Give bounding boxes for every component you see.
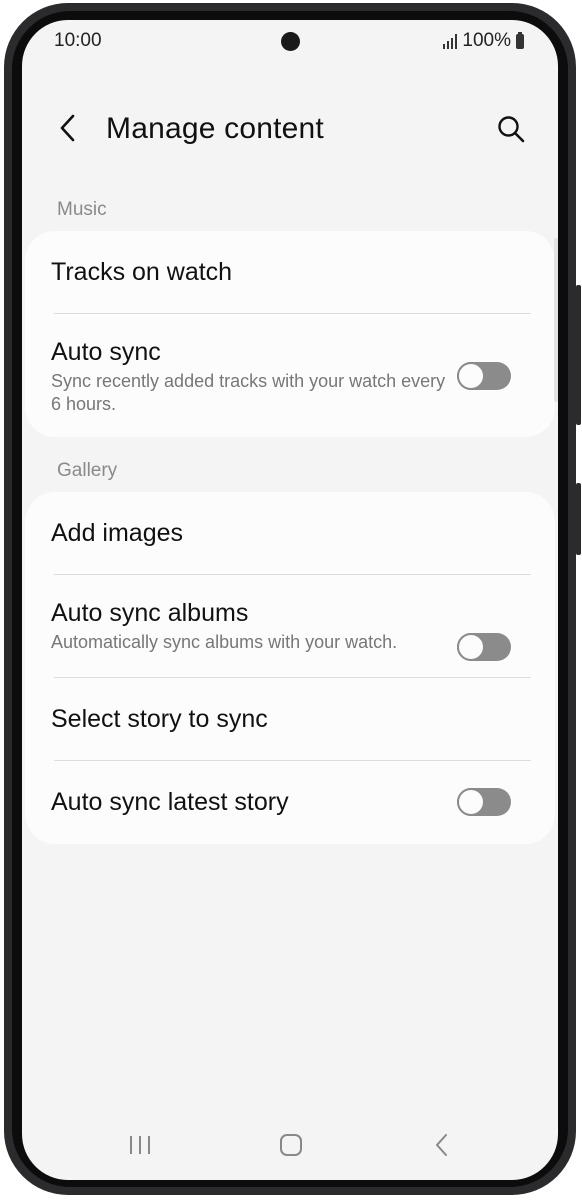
home-button[interactable] <box>266 1120 316 1170</box>
back-button[interactable] <box>52 112 84 144</box>
list-item-title: Auto sync <box>51 338 161 366</box>
recents-icon <box>130 1136 150 1154</box>
list-item-subtitle: Sync recently added tracks with your wat… <box>51 371 446 414</box>
front-camera <box>281 32 300 51</box>
top-app-bar: Manage content <box>22 100 558 160</box>
divider <box>54 313 531 314</box>
divider <box>54 677 531 678</box>
recents-button[interactable] <box>115 1120 165 1170</box>
power-button <box>576 483 581 555</box>
search-icon <box>498 116 525 143</box>
list-item-title: Select story to sync <box>51 705 268 733</box>
list-item-title: Add images <box>51 519 184 547</box>
list-item-auto-sync[interactable]: Auto sync Sync recently added tracks wit… <box>51 338 451 416</box>
list-item-title: Auto sync albums <box>51 599 249 627</box>
list-item-title: Auto sync latest story <box>51 788 289 816</box>
divider <box>54 760 531 761</box>
status-time: 10:00 <box>54 30 102 51</box>
auto-sync-albums-toggle[interactable] <box>457 633 511 661</box>
list-item-tracks-on-watch[interactable]: Tracks on watch <box>51 258 529 287</box>
list-item-subtitle: Automatically sync albums with your watc… <box>51 632 398 652</box>
toggle-thumb <box>457 633 485 661</box>
home-icon <box>280 1134 302 1156</box>
divider <box>54 574 531 575</box>
auto-sync-toggle[interactable] <box>457 362 511 390</box>
status-bar: 10:00 100% <box>22 20 558 64</box>
toggle-thumb <box>457 362 485 390</box>
volume-button <box>576 285 581 425</box>
battery-percentage: 100% <box>462 30 511 51</box>
section-label-music: Music <box>57 199 107 220</box>
list-item-auto-sync-albums[interactable]: Auto sync albums Automatically sync albu… <box>51 599 451 654</box>
nav-back-button[interactable] <box>417 1120 467 1170</box>
page-title: Manage content <box>106 112 324 145</box>
signal-icon <box>443 33 458 49</box>
scrollbar[interactable] <box>554 238 558 402</box>
search-button[interactable] <box>494 112 528 146</box>
back-icon <box>436 1134 447 1156</box>
status-indicators: 100% <box>443 30 524 52</box>
music-card: Tracks on watch Auto sync Sync recently … <box>25 231 555 437</box>
auto-sync-latest-story-toggle[interactable] <box>457 788 511 816</box>
gallery-card: Add images Auto sync albums Automaticall… <box>25 492 555 844</box>
back-arrow-icon <box>60 114 75 142</box>
section-label-gallery: Gallery <box>57 460 118 481</box>
list-item-select-story[interactable]: Select story to sync <box>51 705 529 734</box>
screen: 10:00 100% Manage content Music Tracks o… <box>22 20 558 1180</box>
list-item-add-images[interactable]: Add images <box>51 519 529 548</box>
toggle-thumb <box>457 788 485 816</box>
list-item-auto-sync-latest-story[interactable]: Auto sync latest story <box>51 788 451 817</box>
battery-icon <box>516 31 524 49</box>
navigation-bar <box>22 1110 558 1180</box>
list-item-title: Tracks on watch <box>51 258 233 286</box>
